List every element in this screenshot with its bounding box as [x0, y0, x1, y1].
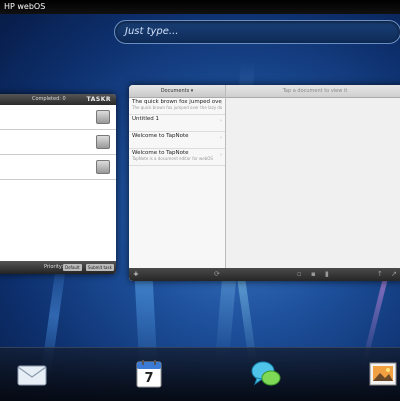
document-item[interactable]: The quick brown fox jumped over the The …	[129, 98, 225, 115]
task-row[interactable]	[0, 155, 116, 180]
chevron-right-icon: ›	[220, 135, 222, 141]
document-subtitle: TapNote is a document editor for webOS	[132, 156, 213, 161]
task-checkbox[interactable]	[96, 110, 110, 124]
messaging-icon[interactable]	[250, 358, 282, 390]
task-row[interactable]	[0, 130, 116, 155]
taskr-completed-count: Completed: 0	[32, 96, 66, 102]
document-title: Welcome to TapNote	[132, 133, 189, 139]
dock: 7	[0, 347, 400, 401]
chevron-right-icon: ›	[220, 101, 222, 107]
task-checkbox[interactable]	[96, 160, 110, 174]
document-item[interactable]: Welcome to TapNote TapNote is a document…	[129, 149, 225, 166]
calendar-day: 7	[144, 371, 154, 386]
add-icon[interactable]: +	[133, 270, 139, 279]
photos-icon[interactable]	[367, 358, 399, 390]
chevron-right-icon: ›	[220, 152, 222, 158]
tapnote-document-list: Documents ▾ The quick brown fox jumped o…	[129, 85, 226, 281]
taskr-card[interactable]: Completed: 0 TASKR Priority: Default Sub…	[0, 94, 116, 274]
task-checkbox[interactable]	[96, 135, 110, 149]
document-title: Untitled 1	[132, 116, 160, 122]
font-icon[interactable]: ▫	[297, 270, 302, 279]
sync-icon[interactable]: ⟳	[214, 270, 220, 279]
document-item[interactable]: Welcome to TapNote ›	[129, 132, 225, 149]
task-row[interactable]	[0, 105, 116, 130]
document-item[interactable]: Untitled 1 ›	[129, 115, 225, 132]
status-bar-title: HP webOS	[4, 2, 46, 11]
taskr-footer: Priority: Default Submit task	[0, 261, 116, 274]
share-icon[interactable]: ↑	[377, 270, 383, 279]
email-icon[interactable]	[16, 358, 48, 390]
search-placeholder: Just type...	[125, 26, 179, 37]
fullscreen-icon[interactable]: ↗	[391, 270, 397, 279]
taskr-logo: TASKR	[86, 96, 111, 103]
tapnote-footer: + ⟳ ▫ ▪ ▮ ↑ ↗	[129, 268, 400, 281]
documents-header[interactable]: Documents ▾	[129, 85, 225, 98]
delete-icon[interactable]: ▮	[325, 270, 329, 279]
taskr-header: Completed: 0 TASKR	[0, 94, 116, 105]
search-input[interactable]: Just type...	[114, 20, 400, 44]
tapnote-card[interactable]: Documents ▾ The quick brown fox jumped o…	[129, 85, 400, 281]
document-view-header: Tap a document to view it	[226, 85, 400, 98]
status-bar[interactable]: HP webOS	[0, 0, 400, 14]
taskr-submit-button[interactable]: Submit task	[86, 264, 114, 271]
taskr-priority-label: Priority:	[44, 264, 64, 270]
save-icon[interactable]: ▪	[311, 270, 316, 279]
chevron-right-icon: ›	[220, 118, 222, 124]
calendar-icon[interactable]: 7	[133, 358, 165, 390]
document-subtitle: The quick brown fox jumped over the lazy…	[132, 105, 222, 110]
taskr-priority-button[interactable]: Default	[63, 264, 82, 271]
